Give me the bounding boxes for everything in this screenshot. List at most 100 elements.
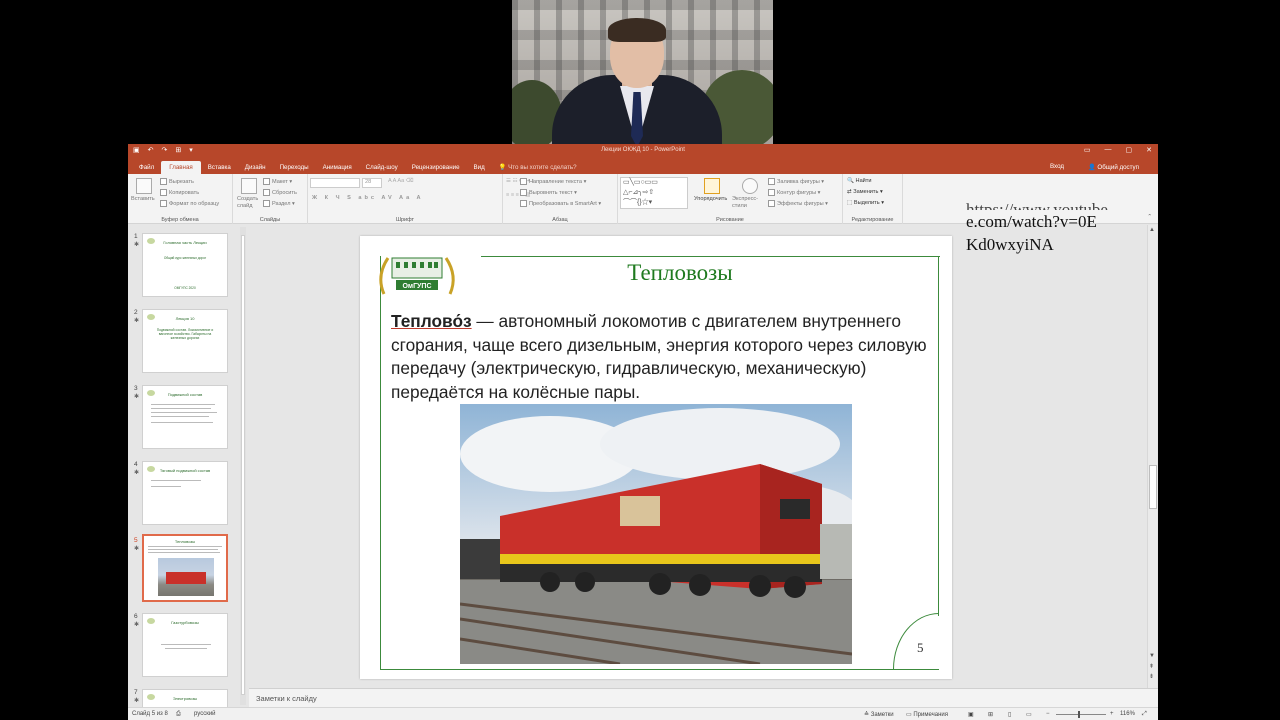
smartart-icon	[520, 200, 527, 207]
scroll-down-icon[interactable]: ▼	[1149, 653, 1155, 659]
slide-thumbnail-selected[interactable]: Тепловозы	[142, 534, 228, 602]
minimize-button[interactable]: —	[1105, 146, 1112, 154]
tab-home[interactable]: Главная	[161, 161, 201, 174]
align-text-button[interactable]: Выровнять текст ▾	[520, 189, 577, 196]
current-slide[interactable]: ОмГУПС Тепловозы Теплово́з — автономный …	[360, 236, 952, 679]
fit-to-window-icon[interactable]: ⤢	[1142, 711, 1147, 718]
comments-toggle[interactable]: ▭ Примечания	[906, 711, 948, 718]
share-button[interactable]: 👤 Общий доступ	[1081, 163, 1146, 174]
text-direction-button[interactable]: Направление текста ▾	[520, 178, 586, 185]
smartart-button[interactable]: Преобразовать в SmartArt ▾	[520, 200, 601, 207]
slide-thumbnails-panel: 1 ✱ Головная часть Лекции Общий курс жел…	[128, 225, 248, 707]
locomotive-photo[interactable]	[460, 404, 852, 664]
reset-button[interactable]: Сбросить	[263, 189, 297, 196]
slide-thumbnail[interactable]: Лекция 10 Подвижной состав. Локомотивное…	[142, 309, 228, 373]
text-format-icons[interactable]: Ж К Ч S abc AV Aa A	[312, 195, 424, 201]
normal-view-icon[interactable]: ▣	[968, 711, 974, 718]
slide-title[interactable]: Тепловозы	[590, 260, 770, 286]
thumb-number: 4	[134, 461, 138, 468]
quick-styles-button[interactable]: Экспресс-стили	[732, 196, 762, 210]
cut-button[interactable]: Вырезать	[160, 178, 194, 185]
tab-design[interactable]: Дизайн	[238, 164, 273, 174]
copy-label: Копировать	[169, 189, 200, 196]
scissors-icon	[160, 178, 167, 185]
thumb-title: Подвижной состав	[167, 392, 203, 397]
font-name-box[interactable]	[310, 178, 360, 188]
section-button[interactable]: Раздел ▾	[263, 200, 295, 207]
title-bar: ▣ ↶ ↷ ⊞ ▾ Лекции ОКЖД 10 - PowerPoint ▭ …	[128, 144, 1158, 159]
slide-sorter-icon[interactable]: ⊞	[988, 711, 993, 718]
slide-thumbnail[interactable]: Подвижной состав	[142, 385, 228, 449]
replace-button[interactable]: ⇄ Заменить ▾	[847, 189, 883, 195]
sign-in-link[interactable]: Вход	[1043, 163, 1071, 174]
tab-file[interactable]: Файл	[132, 164, 161, 174]
thumb-title: Электровозы	[172, 696, 198, 701]
find-button[interactable]: 🔍 Найти	[847, 178, 872, 184]
new-slide-icon[interactable]	[241, 178, 257, 194]
paragraph-extra: Направление текста ▾ Выровнять текст ▾ П…	[518, 174, 618, 224]
section-icon	[263, 200, 270, 207]
scroll-up-icon[interactable]: ▲	[1149, 227, 1155, 233]
drawing-group-label: Рисование	[716, 217, 744, 223]
shapes-gallery[interactable]: ▭╲▭○▭▭ △⌐⊿╮⇨⇧ ⌒⌒{}☆▾	[620, 177, 688, 209]
next-slide-icon[interactable]: ⇟	[1149, 673, 1154, 680]
align-text-label: Выровнять текст	[529, 189, 573, 196]
tab-animations[interactable]: Анимация	[316, 164, 359, 174]
paste-button[interactable]: Вставить	[131, 196, 155, 202]
shape-fill-label: Заливка фигуры	[777, 178, 820, 185]
slide-thumbnail[interactable]: Головная часть Лекции Общий курс железны…	[142, 233, 228, 297]
notes-pane[interactable]: Заметки к слайду	[249, 688, 1158, 707]
slide-thumbnail[interactable]: Электровозы	[142, 689, 228, 707]
zoom-in-icon[interactable]: +	[1110, 711, 1114, 717]
shape-effects-button[interactable]: Эффекты фигуры ▾	[768, 200, 828, 207]
share-label: Общий доступ	[1097, 164, 1139, 171]
shape-effects-label: Эффекты фигуры	[777, 200, 824, 207]
thumb-number: 3	[134, 385, 138, 392]
quick-styles-icon[interactable]	[742, 178, 758, 194]
scroll-thumb[interactable]	[1149, 465, 1157, 509]
layout-button[interactable]: Макет ▾	[263, 178, 292, 185]
copy-button[interactable]: Копировать	[160, 189, 199, 196]
zoom-out-icon[interactable]: −	[1046, 711, 1050, 717]
collapse-ribbon-icon[interactable]: ⌃	[1147, 214, 1152, 220]
tab-transitions[interactable]: Переходы	[273, 164, 316, 174]
slide-body-text[interactable]: Теплово́з — автономный локомотив с двига…	[391, 310, 931, 404]
slide-thumbnail[interactable]: Газотурбовозы	[142, 613, 228, 677]
slideshow-view-icon[interactable]: ▭	[1026, 711, 1032, 718]
close-button[interactable]: ✕	[1146, 146, 1152, 154]
format-painter-button[interactable]: Формат по образцу	[160, 200, 219, 207]
definition-text: — автономный локомотив с двигателем внут…	[391, 311, 927, 402]
arrange-icon[interactable]	[704, 178, 720, 194]
thumbnails-scrollbar[interactable]	[240, 227, 246, 705]
reading-view-icon[interactable]: ▯	[1008, 711, 1011, 718]
thumb-train-image	[158, 558, 214, 596]
text-direction-label: Направление текста	[529, 178, 583, 185]
tab-review[interactable]: Рецензирование	[405, 164, 467, 174]
slide-scrollbar[interactable]: ▲ ▼ ⇞ ⇟	[1147, 225, 1157, 688]
zoom-slider[interactable]	[1056, 714, 1106, 715]
notes-toggle[interactable]: ≙ Заметки	[864, 711, 894, 718]
language-indicator[interactable]: русский	[194, 711, 216, 717]
select-button[interactable]: ⬚ Выделить ▾	[847, 200, 884, 206]
zoom-slider-thumb[interactable]	[1078, 711, 1080, 718]
tab-slideshow[interactable]: Слайд-шоу	[359, 164, 405, 174]
slide-thumbnail[interactable]: Тяговый подвижной состав	[142, 461, 228, 525]
shape-outline-button[interactable]: Контур фигуры ▾	[768, 189, 821, 196]
shape-fill-button[interactable]: Заливка фигуры ▾	[768, 178, 824, 185]
zoom-level[interactable]: 116%	[1120, 711, 1135, 717]
maximize-button[interactable]: ▢	[1126, 146, 1133, 154]
tab-view[interactable]: Вид	[467, 164, 492, 174]
tell-me-search[interactable]: 💡 Что вы хотите сделать?	[492, 163, 584, 174]
new-slide-button[interactable]: Создать слайд	[237, 196, 261, 210]
tab-insert[interactable]: Вставка	[201, 164, 238, 174]
thumb-number: 7	[134, 689, 138, 696]
font-size-box[interactable]: 28	[362, 178, 382, 188]
paste-icon[interactable]	[136, 178, 152, 194]
prev-slide-icon[interactable]: ⇞	[1149, 663, 1154, 670]
font-group-label: Шрифт	[395, 217, 415, 223]
arrange-button[interactable]: Упорядочить	[694, 196, 727, 202]
spellcheck-icon[interactable]: ⎙	[176, 711, 181, 718]
ribbon-display-icon[interactable]: ▭	[1084, 146, 1091, 154]
comments-toggle-label: Примечания	[913, 712, 948, 718]
font-size-controls-icon[interactable]: A A Aa ⌫	[388, 178, 414, 184]
